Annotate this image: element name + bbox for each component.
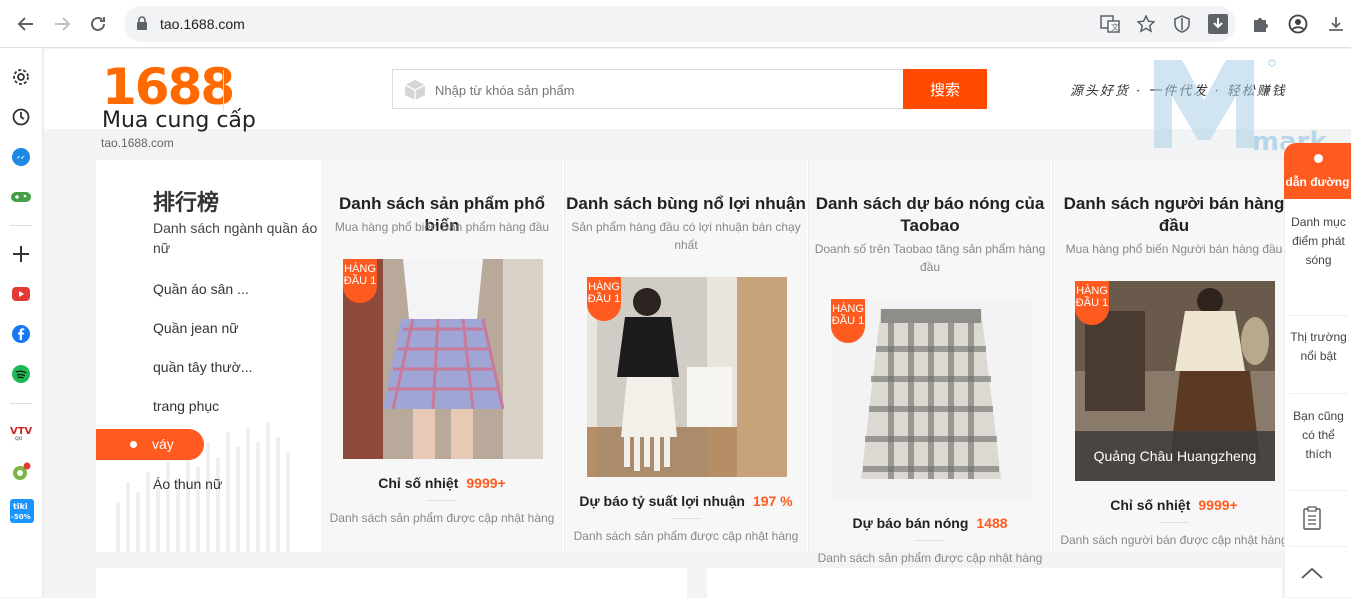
nav-hot-categories[interactable]: Danh mục điểm phát sóng [1290,213,1347,270]
search-button[interactable]: 搜索 [903,69,987,109]
column-title[interactable]: Danh sách bùng nổ lợi nhuận [565,193,807,215]
top-badge: HÀNG ĐẦU 1 [587,277,621,321]
product-image[interactable]: HÀNG ĐẦU 1 [343,259,543,459]
category-item-label: váy [152,436,174,452]
reload-icon[interactable] [86,12,110,36]
metric-value: 1488 [976,515,1008,531]
content-card [96,568,687,598]
address-bar[interactable]: tao.1688.com [124,6,1236,42]
svg-text:go: go [15,435,23,441]
metric-label: Dự báo bán nóng [852,515,969,531]
nav-divider [1290,490,1347,491]
svg-text:文: 文 [1111,22,1119,32]
column-title[interactable]: Danh sách người bán hàng đầu [1053,193,1295,237]
star-icon[interactable] [1134,12,1158,36]
forward-arrow-icon[interactable] [50,12,74,36]
guide-dot [1314,154,1323,163]
download-box-icon[interactable] [1206,12,1230,36]
search-box [392,69,904,109]
lock-icon [136,16,148,36]
youtube-icon[interactable] [10,283,32,305]
facebook-icon[interactable] [10,323,32,345]
vtv-icon[interactable]: VTV go [10,421,32,443]
divider [671,518,701,519]
product-image[interactable]: HÀNG ĐẦU 1 [831,299,1031,499]
nav-divider [1290,546,1347,547]
logo[interactable]: 1688 [102,62,235,112]
spotify-icon[interactable] [10,363,32,385]
hot-sale-forecast: Dự báo bán nóng 1488 [809,515,1051,531]
category-item[interactable]: trang phục [153,398,219,414]
clipboard-icon[interactable] [1303,506,1321,535]
svg-text:tiki: tiki [13,502,28,511]
category-item[interactable]: Áo thun nữ [153,476,222,492]
chevron-up-icon[interactable] [1300,566,1324,585]
translate-icon[interactable]: 文 [1098,12,1122,36]
sidebar-divider [10,403,32,404]
column-subtitle: Sản phẩm hàng đầu có lợi nhuận bán chạy … [571,220,801,252]
top-badge: HÀNG ĐẦU 1 [831,299,865,343]
top-badge: HÀNG ĐẦU 1 [343,259,377,303]
logo-divider [223,70,224,110]
tiki-icon[interactable]: tiki -50% [10,499,34,523]
gear-icon[interactable] [10,66,32,88]
gamepad-icon[interactable] [10,186,32,208]
nav-divider [1290,315,1347,316]
ranking-title: 排行榜 [153,191,220,216]
history-icon[interactable] [10,106,32,128]
back-arrow-icon[interactable] [14,12,38,36]
column-footer: Danh sách sản phẩm được cập nhật hàng [573,529,799,543]
guide-label: dẫn đường [1285,175,1350,189]
metric-value: 197 % [752,493,793,509]
divider [1159,522,1189,523]
column-title[interactable]: Danh sách dự báo nóng của Taobao [809,193,1051,237]
metric-value: 9999+ [1198,497,1238,513]
category-item[interactable]: Quần jean nữ [153,320,239,336]
category-item[interactable]: Quần áo sân ... [153,281,249,297]
shield-icon[interactable] [1170,12,1194,36]
column-subtitle: Mua hàng phổ biến Sản phẩm hàng đầu [334,220,550,234]
extension-icon[interactable] [10,461,32,483]
metric-label: Chỉ số nhiệt [378,475,459,491]
column-footer: Danh sách sản phẩm được cập nhật hàng [329,511,555,525]
category-item-active[interactable]: váy [96,429,204,460]
box-icon [403,79,427,106]
category-subtitle: Danh sách ngành quần áo nữ [153,220,318,256]
browser-toolbar: tao.1688.com 文 [0,0,1351,48]
column-subtitle: Mua hàng phổ biến Người bán hàng đầu [1065,242,1283,256]
column-footer: Danh sách sản phẩm được cập nhật hàng [817,551,1043,565]
category-item[interactable]: quần tây thườ... [153,359,253,375]
nav-divider [1290,393,1347,394]
messenger-icon[interactable] [10,146,32,168]
profit-forecast: Dự báo tỷ suất lợi nhuận 197 % [565,493,807,509]
divider [915,540,945,541]
heat-index: Chỉ số nhiệt 9999+ [321,475,563,491]
logo-subtitle: Mua cung cấp [102,108,256,133]
divider [427,500,457,501]
top-badge: HÀNG ĐẦU 1 [1075,281,1109,325]
product-image[interactable]: HÀNG ĐẦU 1 [587,277,787,477]
profile-icon[interactable] [1286,12,1310,36]
guide-button[interactable]: dẫn đường [1284,143,1351,199]
site-url: tao.1688.com [101,136,174,150]
column-footer: Danh sách người bán được cập nhật hàng [1060,533,1288,547]
search-input[interactable] [433,78,877,102]
watermark-logo: mark [1152,58,1332,157]
metric-label: Dự báo tỷ suất lợi nhuận [579,493,745,509]
metric-label: Chỉ số nhiệt [1110,497,1191,513]
nav-recommend[interactable]: Bạn cũng có thể thích [1290,407,1347,464]
nav-markets[interactable]: Thị trường nổi bật [1290,328,1347,366]
content-card [707,568,1282,598]
seller-name[interactable]: Quảng Châu Huangzheng [1075,431,1275,481]
column-subtitle: Doanh số trên Taobao tăng sản phẩm hàng … [814,242,1046,274]
svg-text:-50%: -50% [11,513,31,521]
url-text: tao.1688.com [160,16,245,32]
plus-icon[interactable] [10,243,32,265]
active-dot [130,441,137,448]
heat-index: Chỉ số nhiệt 9999+ [1053,497,1295,513]
sidebar-divider [10,225,32,226]
puzzle-icon[interactable] [1248,12,1272,36]
metric-value: 9999+ [466,475,506,491]
download-icon[interactable] [1324,12,1348,36]
